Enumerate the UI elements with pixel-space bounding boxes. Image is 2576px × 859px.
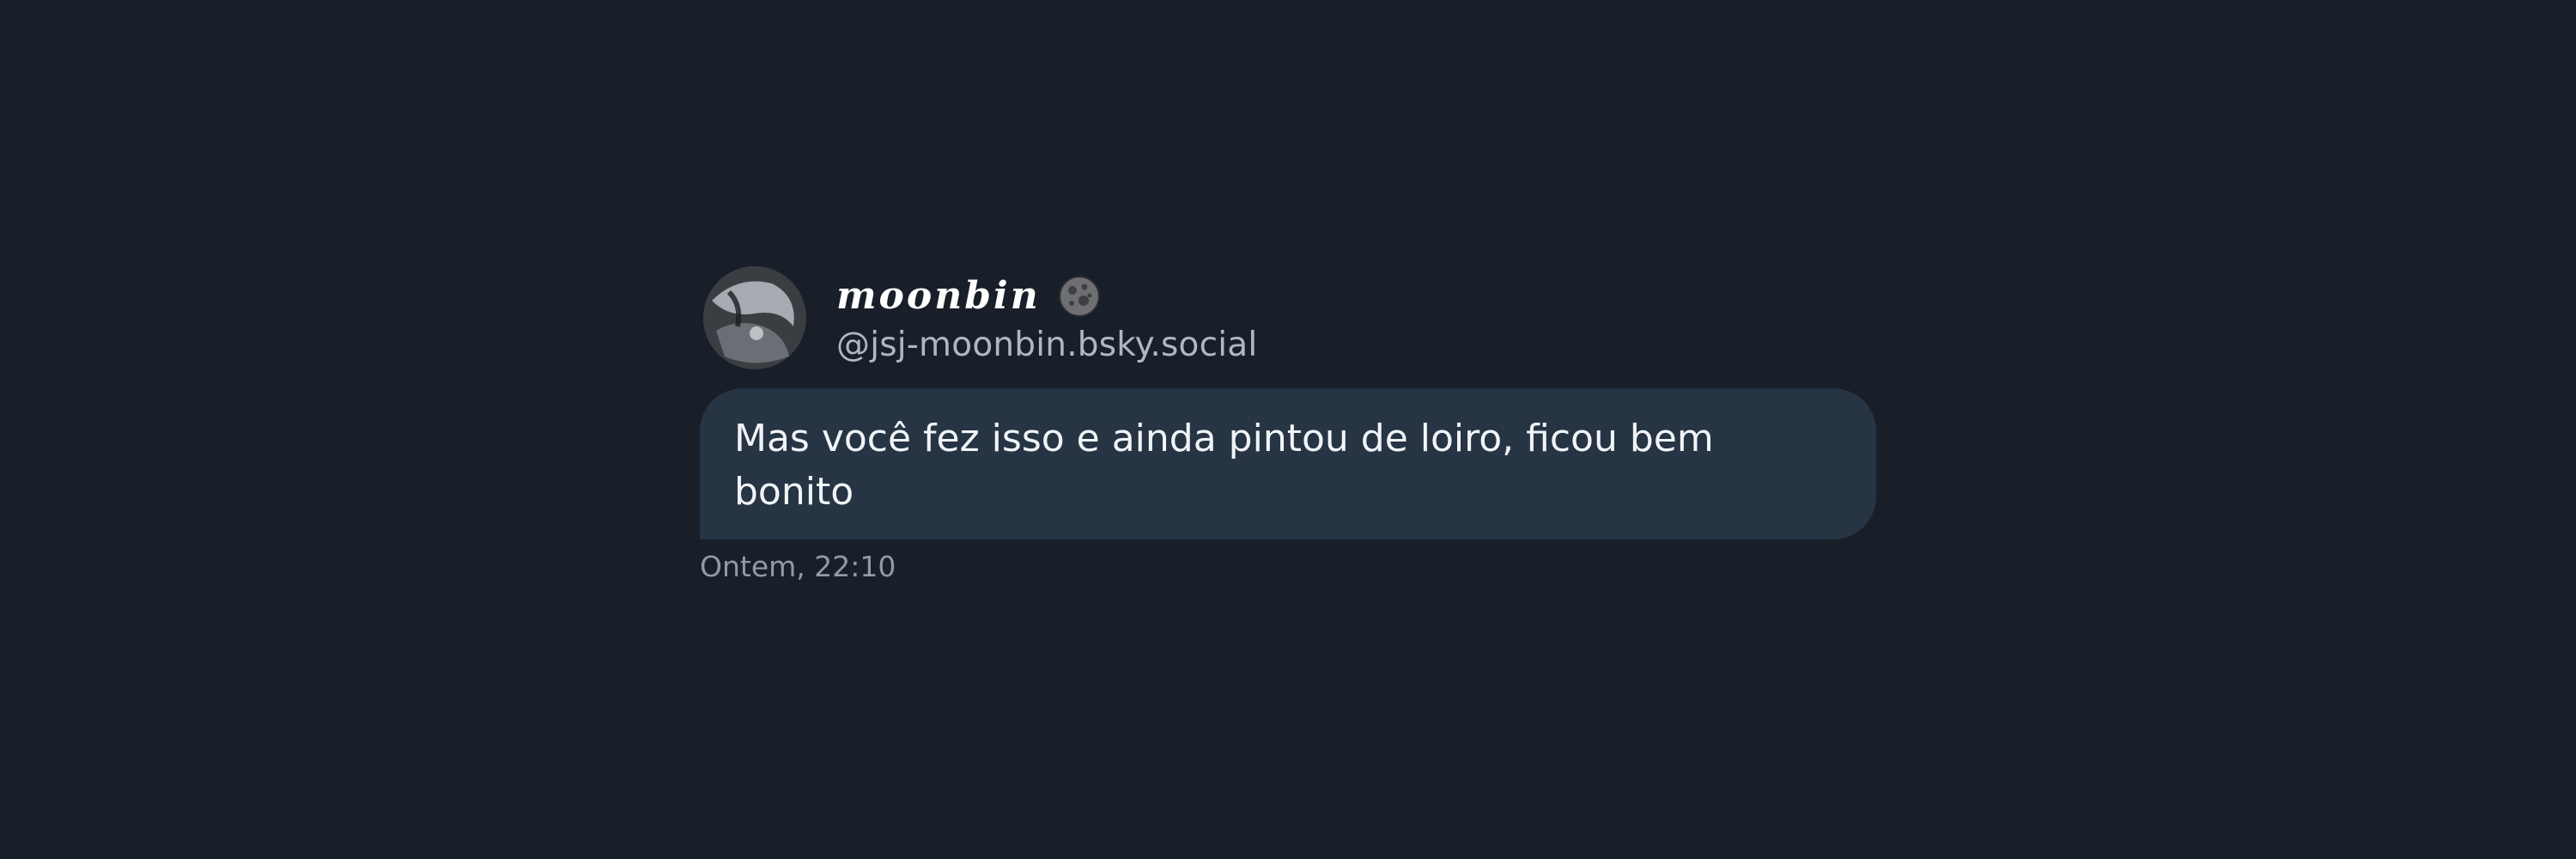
moon-icon [1058, 275, 1101, 318]
display-name[interactable]: moonbin [836, 274, 1041, 318]
author-identity: moonbin @jsj-moonbin.bsky.social [836, 272, 1257, 364]
author-handle[interactable]: @jsj-moonbin.bsky.social [836, 326, 1257, 364]
message-block: moonbin @jsj-moonbin.bsky.social Mas voc [700, 265, 1876, 583]
message-bubble: Mas você fez isso e ainda pintou de loir… [700, 388, 1876, 539]
avatar-photo-icon [703, 266, 806, 369]
message-header: moonbin @jsj-moonbin.bsky.social [700, 265, 1876, 371]
message-timestamp: Ontem, 22:10 [700, 550, 896, 583]
name-row: moonbin [836, 272, 1257, 320]
message-text: Mas você fez isso e ainda pintou de loir… [734, 417, 1714, 514]
avatar[interactable] [703, 266, 806, 369]
